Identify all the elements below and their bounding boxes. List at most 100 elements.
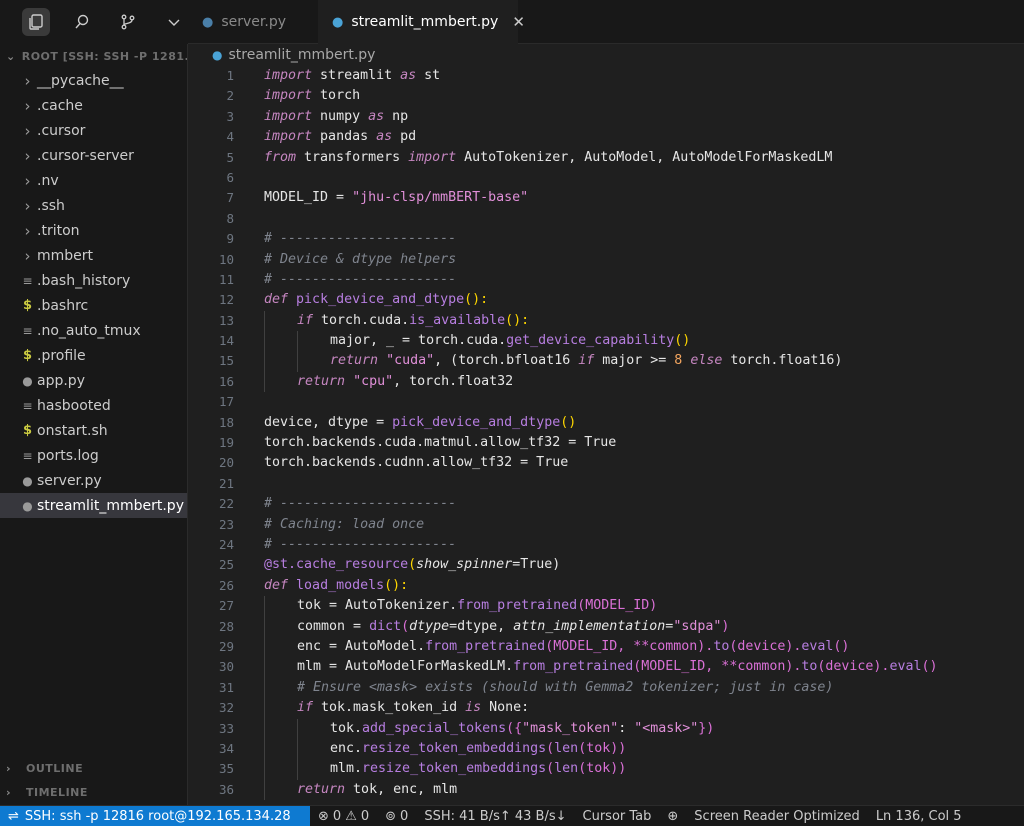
shell-file-icon: $ bbox=[22, 423, 33, 438]
code-line[interactable]: 16 return "cpu", torch.float32 bbox=[188, 371, 1024, 393]
code-line[interactable]: 17 bbox=[188, 392, 1024, 412]
code-line[interactable]: 33 tok.add_special_tokens({"mask_token": … bbox=[188, 718, 1024, 739]
line-number: 34 bbox=[218, 740, 234, 756]
cursor-tab-status[interactable]: Cursor Tab bbox=[575, 809, 660, 824]
tab-server-py[interactable]: ● server.py bbox=[188, 0, 318, 44]
breadcrumb[interactable]: ● streamlit_mmbert.py bbox=[188, 44, 1024, 66]
tree-item[interactable]: › mmbert bbox=[0, 243, 187, 268]
code-area[interactable]: 1 import streamlit as st 2 import torch 3 imp… bbox=[188, 66, 1024, 801]
code-line[interactable]: 22 # ---------------------- bbox=[188, 494, 1024, 514]
code-token: "jhu-clsp/mmBERT-base" bbox=[352, 190, 529, 206]
code-token: "cpu" bbox=[353, 373, 394, 389]
screen-reader-status[interactable]: Screen Reader Optimized bbox=[686, 809, 868, 824]
code-line[interactable]: 27 tok = AutoTokenizer.from_pretrained(MO… bbox=[188, 596, 1024, 617]
indent-guide bbox=[264, 759, 265, 780]
indent-guide bbox=[264, 636, 265, 658]
code-line[interactable]: 20 torch.backends.cudnn.allow_tf32 = True bbox=[188, 453, 1024, 473]
code-line[interactable]: 13 if torch.cuda.is_available(): bbox=[188, 310, 1024, 332]
code-line[interactable]: 5 from transformers import AutoTokenizer,… bbox=[188, 148, 1024, 168]
code-token: tok, enc, mlm bbox=[345, 781, 458, 797]
tree-item[interactable]: › __pycache__ bbox=[0, 68, 187, 93]
source-control-icon[interactable] bbox=[114, 8, 142, 36]
code-token: common = bbox=[297, 618, 370, 634]
tree-item[interactable]: ≡ ports.log bbox=[0, 443, 187, 468]
tree-item[interactable]: › .triton bbox=[0, 218, 187, 243]
ports-indicator[interactable]: ⊚ 0 bbox=[377, 809, 416, 824]
search-icon[interactable] bbox=[68, 8, 96, 36]
code-line[interactable]: 34 enc.resize_token_embeddings(len(tok)) bbox=[188, 738, 1024, 760]
code-line[interactable]: 32 if tok.mask_token_id is None: bbox=[188, 698, 1024, 719]
line-number: 33 bbox=[218, 720, 234, 736]
code-text: def pick_device_and_dtype(): bbox=[234, 290, 488, 310]
code-line[interactable]: 9 # ---------------------- bbox=[188, 229, 1024, 249]
tab-label: streamlit_mmbert.py bbox=[351, 14, 499, 30]
close-icon[interactable]: ✕ bbox=[512, 13, 525, 31]
code-text: return "cpu", torch.float32 bbox=[234, 371, 513, 393]
code-line[interactable]: 14 major, _ = torch.cuda.get_device_capab… bbox=[188, 331, 1024, 352]
code-line[interactable]: 2 import torch bbox=[188, 86, 1024, 106]
code-line[interactable]: 1 import streamlit as st bbox=[188, 66, 1024, 86]
tree-item[interactable]: ● server.py bbox=[0, 468, 187, 493]
code-token: ({ bbox=[506, 720, 523, 736]
code-line[interactable]: 4 import pandas as pd bbox=[188, 127, 1024, 147]
chevron-down-icon[interactable] bbox=[160, 8, 188, 36]
code-line[interactable]: 24 # ---------------------- bbox=[188, 535, 1024, 555]
tree-item[interactable]: › .cache bbox=[0, 93, 187, 118]
problems-indicator[interactable]: ⊗ 0 ⚠ 0 bbox=[310, 809, 377, 824]
tree-item[interactable]: ≡ .bash_history bbox=[0, 268, 187, 293]
tree-item[interactable]: ≡ .no_auto_tmux bbox=[0, 318, 187, 343]
tree-item[interactable]: $ .bashrc bbox=[0, 293, 187, 318]
code-token: as bbox=[376, 129, 393, 145]
outline-section[interactable]: › OUTLINE bbox=[0, 756, 188, 780]
code-token: (device). bbox=[729, 638, 802, 654]
timeline-section[interactable]: › TIMELINE bbox=[0, 780, 188, 804]
code-text: MODEL_ID = "jhu-clsp/mmBERT-base" bbox=[234, 188, 528, 208]
tree-item[interactable]: › .cursor-server bbox=[0, 143, 187, 168]
code-line[interactable]: 36 return tok, enc, mlm bbox=[188, 779, 1024, 801]
code-token: (tok)) bbox=[578, 761, 627, 777]
code-editor[interactable]: ● streamlit_mmbert.py 1 import streamlit … bbox=[188, 44, 1024, 805]
tree-item[interactable]: $ .profile bbox=[0, 343, 187, 368]
code-line[interactable]: 12 def pick_device_and_dtype(): bbox=[188, 290, 1024, 310]
code-line[interactable]: 30 mlm = AutoModelForMaskedLM.from_pretra… bbox=[188, 657, 1024, 678]
code-line[interactable]: 23 # Caching: load once bbox=[188, 515, 1024, 535]
code-token: is bbox=[465, 700, 482, 716]
code-line[interactable]: 21 bbox=[188, 474, 1024, 494]
tree-item[interactable]: › .nv bbox=[0, 168, 187, 193]
tab-streamlit-mmbert-py[interactable]: ● streamlit_mmbert.py ✕ bbox=[318, 0, 525, 44]
explorer-root-header[interactable]: ⌄ ROOT [SSH: SSH -P 1281... bbox=[0, 44, 187, 68]
tree-item[interactable]: › .cursor bbox=[0, 118, 187, 143]
code-token: from bbox=[264, 149, 297, 165]
zoom-icon[interactable]: ⊕ bbox=[659, 809, 686, 824]
explorer-icon[interactable] bbox=[22, 8, 50, 36]
code-line[interactable]: 11 # ---------------------- bbox=[188, 270, 1024, 290]
code-line[interactable]: 25 @st.cache_resource(show_spinner=True) bbox=[188, 555, 1024, 575]
code-line[interactable]: 8 bbox=[188, 209, 1024, 229]
code-line[interactable]: 15 return "cuda", (torch.bfloat16 if majo… bbox=[188, 351, 1024, 372]
chevron-right-icon: › bbox=[24, 96, 31, 115]
cursor-position[interactable]: Ln 136, Col 5 bbox=[868, 809, 970, 824]
tree-item-label: server.py bbox=[37, 472, 102, 489]
tree-item[interactable]: ● app.py bbox=[0, 368, 187, 393]
code-line[interactable]: 31 # Ensure <mask> exists (should with Ge… bbox=[188, 677, 1024, 699]
code-line[interactable]: 18 device, dtype = pick_device_and_dtype(… bbox=[188, 413, 1024, 433]
tree-item[interactable]: › .ssh bbox=[0, 193, 187, 218]
code-line[interactable]: 10 # Device & dtype helpers bbox=[188, 250, 1024, 270]
code-line[interactable]: 29 enc = AutoModel.from_pretrained(MODEL_… bbox=[188, 636, 1024, 658]
ssh-speed[interactable]: SSH: 41 B/s↑ 43 B/s↓ bbox=[416, 809, 574, 824]
tree-item[interactable]: ● streamlit_mmbert.py bbox=[0, 493, 187, 518]
remote-indicator[interactable]: ⇌ SSH: ssh -p 12816 root@192.165.134.28 bbox=[0, 805, 310, 826]
tree-item[interactable]: $ onstart.sh bbox=[0, 418, 187, 443]
code-line[interactable]: 35 mlm.resize_token_embeddings(len(tok)) bbox=[188, 759, 1024, 780]
code-token: device, dtype = bbox=[264, 414, 393, 430]
breadcrumb-file[interactable]: streamlit_mmbert.py bbox=[228, 47, 375, 63]
tree-item[interactable]: ≡ hasbooted bbox=[0, 393, 187, 418]
code-line[interactable]: 19 torch.backends.cuda.matmul.allow_tf32 … bbox=[188, 433, 1024, 453]
code-line[interactable]: 6 bbox=[188, 168, 1024, 188]
code-line[interactable]: 26 def load_models(): bbox=[188, 576, 1024, 596]
tab-label: server.py bbox=[221, 14, 286, 30]
code-line[interactable]: 28 common = dict(dtype=dtype, attn_implem… bbox=[188, 616, 1024, 637]
code-line[interactable]: 7 MODEL_ID = "jhu-clsp/mmBERT-base" bbox=[188, 188, 1024, 208]
code-line[interactable]: 3 import numpy as np bbox=[188, 107, 1024, 127]
